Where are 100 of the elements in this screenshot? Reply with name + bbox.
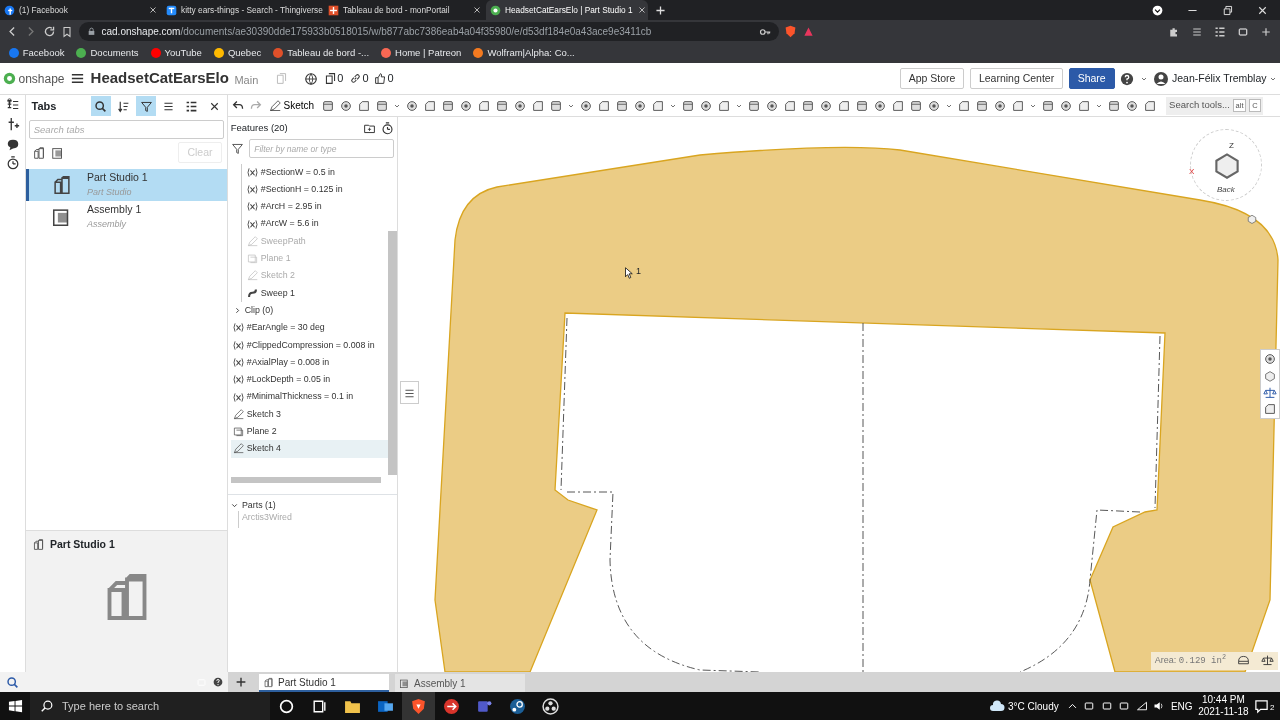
feature-item[interactable]: #EarAngle = 30 deg	[230, 319, 388, 337]
triangle-icon[interactable]	[802, 26, 814, 37]
tool-icon[interactable]	[698, 98, 713, 113]
bookmark-link[interactable]: Wolfram|Alpha: Co...	[467, 45, 581, 61]
bookmark-link[interactable]: Documents	[70, 45, 145, 61]
branch-label[interactable]: Main	[234, 71, 259, 89]
windows-start-icon[interactable]	[7, 698, 23, 714]
task-view-icon[interactable]	[311, 697, 328, 715]
tool-icon[interactable]	[1106, 98, 1121, 113]
feature-item[interactable]: #SectionW = 0.5 in	[244, 163, 388, 181]
feature-item[interactable]: Sweep 1	[244, 284, 388, 302]
feature-item[interactable]: Clip (0)	[230, 301, 388, 320]
reload-icon[interactable]	[42, 25, 56, 38]
lock-icon[interactable]	[86, 27, 96, 36]
mass-properties-icon[interactable]	[1261, 654, 1274, 668]
thumbs-up-icon[interactable]	[374, 72, 388, 85]
render-option-icon[interactable]	[1263, 385, 1277, 400]
close-icon[interactable]	[636, 5, 647, 15]
search-field[interactable]: Search tabs	[28, 119, 225, 139]
tool-icon[interactable]	[836, 98, 851, 113]
tool-icon[interactable]	[422, 98, 437, 113]
tool-icon[interactable]	[854, 98, 869, 113]
browser-tab[interactable]: HeadsetCatEarsElo | Part Studio 1	[486, 0, 648, 20]
tool-icon[interactable]	[356, 98, 371, 113]
tray-icon[interactable]	[1236, 25, 1249, 38]
tool-icon[interactable]	[614, 98, 629, 113]
notification-icon[interactable]	[1254, 698, 1270, 714]
sketch-button[interactable]: Sketch	[266, 97, 317, 114]
tool-icon[interactable]	[548, 98, 563, 113]
tool-icon[interactable]	[1010, 98, 1025, 113]
view-options-icon[interactable]	[1246, 213, 1258, 225]
filter-button[interactable]	[136, 96, 156, 116]
bookmark-link[interactable]: YouTube	[144, 45, 208, 61]
weather-icon[interactable]	[989, 698, 1006, 714]
tool-icon[interactable]	[650, 98, 665, 113]
history-icon[interactable]	[5, 156, 20, 171]
rollback-icon[interactable]	[381, 121, 395, 135]
bookmark-link[interactable]: Tableau de bord -...	[267, 45, 376, 61]
tool-icon[interactable]	[476, 98, 491, 113]
tool-icon[interactable]	[1076, 98, 1091, 113]
document-tab[interactable]: Assembly 1	[395, 674, 525, 692]
close-icon[interactable]	[472, 5, 482, 15]
clock-time[interactable]: 10:44 PM	[1201, 693, 1245, 706]
taskbar-search-field[interactable]: Type here to search	[30, 692, 270, 720]
list-icon[interactable]	[1190, 25, 1203, 38]
document-title[interactable]: HeadsetCatEarsElo	[90, 67, 229, 90]
tool-icon[interactable]	[680, 98, 695, 113]
tool-icon[interactable]	[530, 98, 545, 113]
tool-icon[interactable]	[1040, 98, 1055, 113]
tool-icon[interactable]	[632, 98, 647, 113]
detail-icon[interactable]	[1213, 25, 1226, 38]
tool-icon[interactable]	[956, 98, 971, 113]
new-tab-icon[interactable]	[653, 4, 667, 18]
bookmark-link[interactable]: Home | Patreon	[375, 45, 468, 61]
tool-icon[interactable]	[1058, 98, 1073, 113]
tool-icon[interactable]	[458, 98, 473, 113]
user-name[interactable]: Jean-Félix Tremblay	[1171, 70, 1267, 87]
feature-item[interactable]: #MinimalThickness = 0.1 in	[230, 388, 388, 406]
document-tab[interactable]: Part Studio 1	[259, 674, 389, 692]
tool-icon[interactable]	[440, 98, 455, 113]
scrollbar[interactable]	[388, 160, 397, 475]
shield-icon[interactable]	[784, 25, 797, 38]
cortana-icon[interactable]	[278, 697, 295, 715]
tool-icon[interactable]	[404, 98, 419, 113]
tool-icon[interactable]	[578, 98, 593, 113]
puzzle-icon[interactable]	[1167, 25, 1180, 38]
link-icon[interactable]	[348, 72, 362, 85]
render-option-icon[interactable]	[1263, 352, 1277, 366]
bookmark-link[interactable]: Quebec	[207, 45, 268, 61]
tool-icon[interactable]	[1124, 98, 1139, 113]
header-button[interactable]: Learning Center	[969, 67, 1064, 90]
tool-icon[interactable]	[512, 98, 527, 113]
tool-icon[interactable]	[782, 98, 797, 113]
avatar-icon[interactable]	[1153, 70, 1170, 87]
undo-icon[interactable]	[232, 99, 245, 112]
tool-icon[interactable]	[716, 98, 731, 113]
tool-icon[interactable]	[764, 98, 779, 113]
weather-label[interactable]: 3°C Cloudy	[1008, 698, 1059, 714]
clock-date[interactable]: 2021-11-18	[1198, 706, 1249, 719]
tool-icon[interactable]	[338, 98, 353, 113]
tool-icon[interactable]	[926, 98, 941, 113]
feature-item[interactable]: #AxialPlay = 0.008 in	[230, 353, 388, 372]
tool-icon[interactable]	[872, 98, 887, 113]
feature-list-icon[interactable]	[5, 97, 20, 112]
feature-item[interactable]: #LockDepth = 0.05 in	[230, 371, 388, 389]
tool-icon[interactable]	[1142, 98, 1157, 113]
help-icon[interactable]	[212, 677, 223, 687]
game-launcher-icon[interactable]	[509, 697, 526, 715]
tool-icon[interactable]	[818, 98, 833, 113]
part-studio-icon[interactable]	[31, 145, 46, 160]
versions-icon[interactable]	[323, 72, 337, 85]
render-option-icon[interactable]	[1263, 402, 1277, 417]
feature-item[interactable]: #ArcW = 5.6 in	[244, 215, 388, 233]
tab-search-icon[interactable]	[5, 675, 19, 689]
remote-desktop-icon[interactable]	[443, 697, 460, 715]
share-button[interactable]: Share	[1068, 67, 1115, 90]
render-option-icon[interactable]	[1263, 368, 1277, 383]
browser-icon[interactable]	[410, 697, 427, 715]
filter-field[interactable]: Filter by name or type	[249, 139, 395, 158]
tool-icon[interactable]	[494, 98, 509, 113]
